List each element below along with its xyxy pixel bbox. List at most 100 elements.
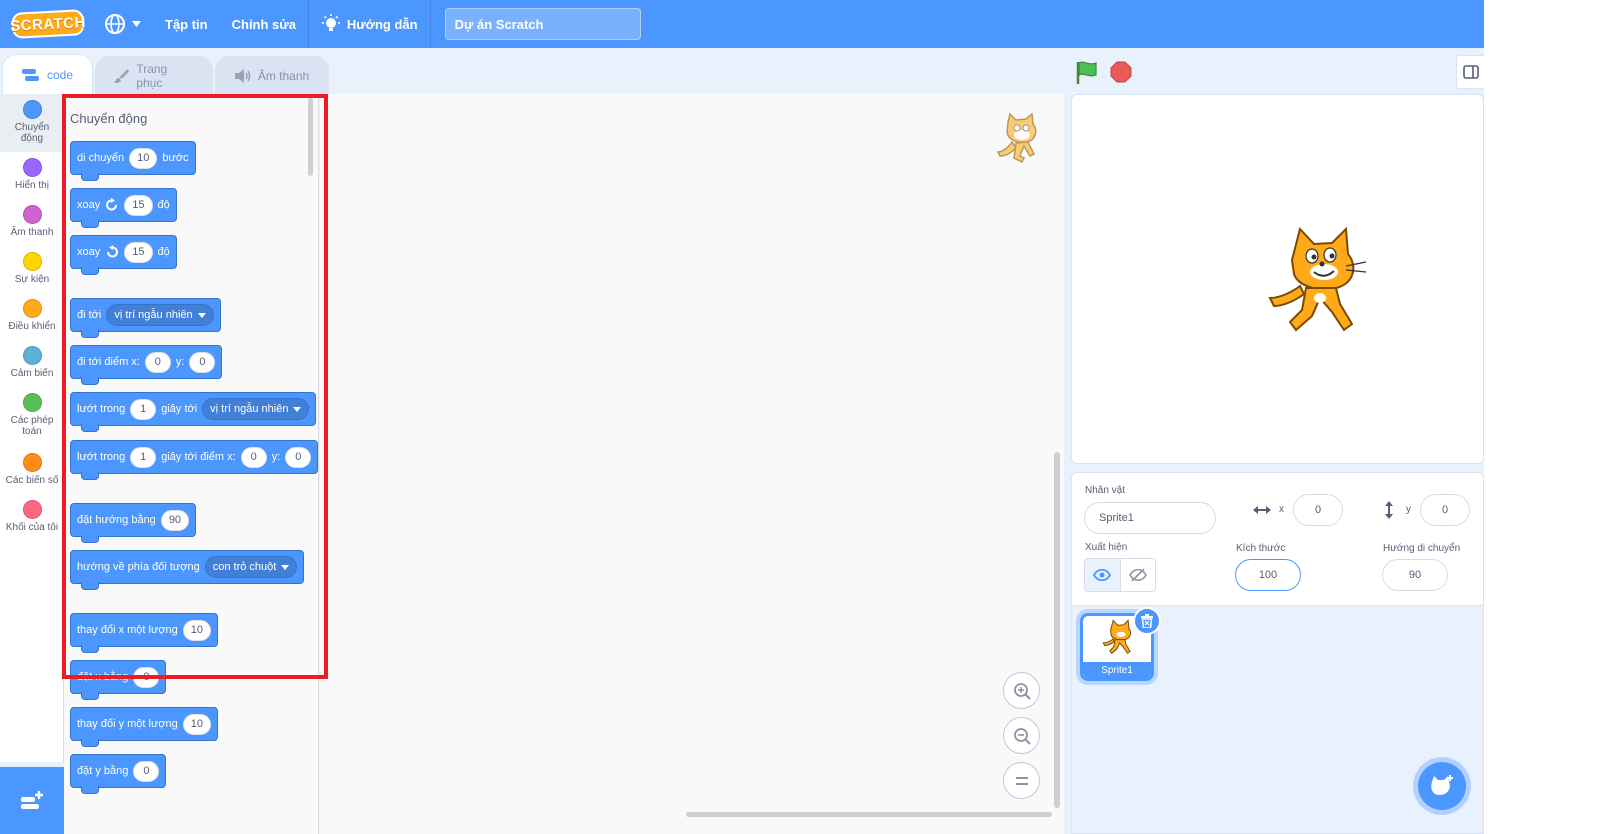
y-input[interactable]: 0	[285, 446, 312, 468]
block-move-steps[interactable]: di chuyển 10 bước	[70, 141, 196, 181]
eye-hidden-icon	[1128, 568, 1147, 582]
category-sound[interactable]: Âm thanh	[0, 199, 64, 246]
block-change-y[interactable]: thay đổi y một lượng 10	[70, 707, 219, 747]
zoom-in-button[interactable]	[1003, 672, 1040, 709]
category-control[interactable]: Điều khiển	[0, 293, 64, 340]
block-set-y[interactable]: đặt y bằng 0	[70, 754, 167, 794]
project-title-input[interactable]: Dự án Scratch	[444, 8, 641, 40]
degrees-input[interactable]: 15	[124, 241, 153, 263]
rotate-clockwise-icon	[106, 198, 118, 211]
tutorials-menu[interactable]: Hướng dẫn	[309, 0, 430, 48]
category-operators[interactable]: Các phép toán	[0, 387, 64, 447]
change-y-input[interactable]: 10	[182, 713, 212, 735]
block-change-x[interactable]: thay đổi x một lượng 10	[70, 613, 219, 653]
category-my-blocks[interactable]: Khối của tôi	[0, 494, 64, 541]
zoom-out-button[interactable]	[1003, 717, 1040, 754]
editor-tabs: code Trang phục Âm thanh	[0, 54, 329, 94]
category-events[interactable]: Sự kiện	[0, 246, 64, 293]
green-flag-icon[interactable]	[1074, 60, 1100, 86]
eye-icon	[1093, 569, 1112, 581]
block-turn-left[interactable]: xoay 15 độ	[70, 235, 177, 275]
operators-dot-icon	[22, 393, 42, 412]
stop-icon[interactable]	[1110, 61, 1132, 83]
control-dot-icon	[22, 299, 42, 318]
x-position-input[interactable]: 0	[1293, 494, 1343, 526]
seconds-input[interactable]: 1	[130, 446, 157, 468]
y-input[interactable]: 0	[189, 351, 216, 373]
code-workspace[interactable]	[320, 94, 1064, 834]
block-text: độ	[157, 246, 170, 258]
block-point-in-direction[interactable]: đặt hướng bằng 90	[70, 503, 197, 543]
size-input[interactable]: 100	[1235, 559, 1301, 591]
edit-menu[interactable]: Chỉnh sửa	[220, 0, 308, 48]
workspace-horizontal-scrollbar[interactable]	[686, 812, 1052, 817]
dropdown-value: vị trí ngẫu nhiên	[210, 403, 289, 415]
block-point-towards[interactable]: hướng về phía đối tượng con trỏ chuột	[70, 550, 305, 590]
events-dot-icon	[22, 252, 42, 271]
show-label: Xuất hiện	[1085, 542, 1128, 553]
block-text: y:	[175, 356, 185, 368]
visibility-toggle[interactable]	[1084, 558, 1156, 592]
y-label: y	[1406, 504, 1411, 515]
block-glide-to-xy[interactable]: lướt trong 1 giây tới điểm x: 0 y: 0	[70, 440, 319, 480]
tab-sounds-label: Âm thanh	[257, 68, 310, 83]
category-motion[interactable]: Chuyển động	[0, 94, 64, 152]
category-label: Các phép toán	[10, 415, 54, 437]
scratch-editor: SCRATCH Tập tin Chỉnh sửa Hướng dẫn Dự á…	[0, 0, 1484, 834]
add-sprite-icon	[1431, 775, 1453, 795]
add-extension-button[interactable]	[0, 767, 64, 834]
block-text: lướt trong	[77, 403, 126, 415]
category-label: Sự kiện	[14, 274, 50, 285]
change-x-input[interactable]: 10	[182, 619, 212, 641]
go-to-target-dropdown[interactable]: vị trí ngẫu nhiên	[106, 304, 214, 326]
steps-input[interactable]: 10	[129, 147, 158, 169]
sprite-name-input[interactable]: Sprite1	[1084, 502, 1216, 534]
block-text: hướng về phía đối tượng	[77, 561, 200, 573]
seconds-input[interactable]: 1	[130, 398, 157, 420]
workspace-vertical-scrollbar[interactable]	[1054, 452, 1060, 808]
zoom-reset-button[interactable]	[1003, 762, 1040, 799]
degrees-input[interactable]: 15	[124, 194, 153, 216]
sprite-watermark-icon	[996, 112, 1037, 164]
tab-sounds[interactable]: Âm thanh	[215, 56, 329, 94]
category-label: Hiển thị	[15, 180, 49, 191]
set-x-input[interactable]: 0	[133, 666, 160, 688]
direction-input[interactable]: 90	[160, 509, 190, 531]
block-set-x[interactable]: đặt x bằng 0	[70, 660, 167, 700]
category-menu: Chuyển động Hiển thị Âm thanh Sự kiện Đi…	[0, 94, 64, 762]
show-button[interactable]	[1084, 558, 1121, 592]
looks-dot-icon	[22, 158, 42, 177]
category-label: Khối của tôi	[5, 522, 59, 533]
category-looks[interactable]: Hiển thị	[0, 152, 64, 199]
language-menu[interactable]	[92, 0, 153, 48]
glide-target-dropdown[interactable]: vị trí ngẫu nhiên	[202, 398, 310, 420]
block-glide-to[interactable]: lướt trong 1 giây tới vị trí ngẫu nhiên	[70, 392, 317, 432]
category-variables[interactable]: Các biến số	[0, 447, 64, 494]
block-go-to[interactable]: đi tới vị trí ngẫu nhiên	[70, 298, 221, 338]
tab-code[interactable]: code	[2, 54, 93, 94]
hide-button[interactable]	[1120, 558, 1156, 592]
block-go-to-xy[interactable]: đi tới điểm x: 0 y: 0	[70, 345, 223, 385]
dropdown-value: con trỏ chuột	[212, 561, 277, 573]
block-turn-right[interactable]: xoay 15 độ	[70, 188, 177, 228]
category-sensing[interactable]: Cảm biến	[0, 340, 64, 387]
add-extension-icon	[21, 790, 43, 809]
scratch-logo[interactable]: SCRATCH	[10, 9, 86, 39]
palette-scrollbar[interactable]	[308, 98, 313, 176]
choose-sprite-button[interactable]	[1418, 762, 1466, 810]
category-label: Cảm biến	[10, 368, 54, 379]
tab-costumes[interactable]: Trang phục	[95, 56, 213, 94]
y-position-input[interactable]: 0	[1420, 494, 1470, 526]
delete-sprite-button[interactable]	[1133, 607, 1161, 635]
size-label: Kích thước	[1236, 543, 1286, 554]
stage-size-toggle[interactable]	[1456, 55, 1484, 89]
file-menu[interactable]: Tập tin	[153, 0, 220, 48]
set-y-input[interactable]: 0	[133, 760, 160, 782]
point-towards-dropdown[interactable]: con trỏ chuột	[204, 556, 298, 578]
x-input[interactable]: 0	[240, 446, 267, 468]
direction-input[interactable]: 90	[1382, 559, 1448, 591]
x-input[interactable]: 0	[144, 351, 171, 373]
my-blocks-dot-icon	[22, 500, 42, 519]
block-text: đi tới	[77, 309, 102, 321]
cat-sprite-icon[interactable]	[1266, 226, 1370, 334]
